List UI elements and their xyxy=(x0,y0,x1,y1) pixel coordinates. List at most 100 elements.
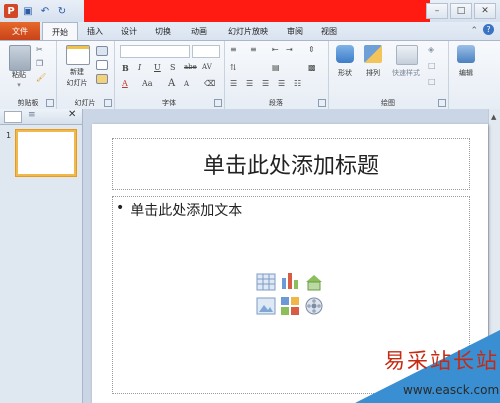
paragraph-launcher-icon[interactable] xyxy=(318,99,326,107)
copy-icon[interactable]: ❐ xyxy=(36,59,43,68)
watermark-url: www.easck.com xyxy=(403,383,500,397)
clear-format-icon[interactable]: ⌫ xyxy=(204,79,215,88)
increase-indent-icon[interactable]: ⇥ xyxy=(286,45,293,54)
tab-design[interactable]: 设计 xyxy=(114,22,144,40)
tab-view[interactable]: 视图 xyxy=(314,22,344,40)
scroll-up-icon[interactable]: ▲ xyxy=(491,113,496,121)
clipboard-launcher-icon[interactable] xyxy=(46,99,54,107)
tab-insert[interactable]: 插入 xyxy=(80,22,110,40)
group-label-font: 字体 xyxy=(162,99,176,107)
text-direction-icon[interactable]: ⇅ xyxy=(230,63,237,72)
ribbon-minimize-icon[interactable]: ⌃ xyxy=(470,26,478,36)
group-drawing: 形状 排列 快速样式 ◈ □ □ 绘图 xyxy=(328,41,449,109)
save-icon[interactable]: ▣ xyxy=(21,4,35,18)
char-spacing-button[interactable]: AV xyxy=(202,63,212,71)
italic-button[interactable]: I xyxy=(138,63,141,72)
tab-slideshow[interactable]: 幻灯片放映 xyxy=(222,22,274,40)
help-icon[interactable]: ? xyxy=(483,24,494,35)
bullet-icon: • xyxy=(116,200,125,216)
quick-styles-label: 快速样式 xyxy=(392,69,420,77)
tab-file[interactable]: 文件 xyxy=(0,22,40,40)
maximize-icon[interactable]: □ xyxy=(450,3,472,19)
align-center-icon[interactable]: ☰ xyxy=(246,79,253,88)
new-slide-icon[interactable] xyxy=(66,45,90,65)
font-size-dropdown[interactable] xyxy=(192,45,220,58)
shape-effects-icon[interactable]: □ xyxy=(428,77,436,86)
group-clipboard: 粘贴 ▾ ✂ ❐ 🖌 剪贴板 xyxy=(0,41,57,109)
insert-table-icon[interactable] xyxy=(256,272,276,292)
align-text-icon[interactable]: ▤ xyxy=(272,63,280,72)
title-placeholder[interactable]: 单击此处添加标题 xyxy=(112,138,470,190)
content-placeholder-text: 单击此处添加文本 xyxy=(130,203,243,219)
insert-clipart-icon[interactable] xyxy=(280,296,300,316)
ribbon: 粘贴 ▾ ✂ ❐ 🖌 剪贴板 新建 幻灯片 幻灯片 B I U S abe AV… xyxy=(0,40,500,110)
tab-home[interactable]: 开始 xyxy=(42,22,78,42)
new-slide-label: 新建 xyxy=(70,68,84,76)
justify-icon[interactable]: ☰ xyxy=(278,79,285,88)
underline-button[interactable]: U xyxy=(154,63,161,72)
font-color-button[interactable]: A xyxy=(122,79,128,88)
shadow-button[interactable]: S xyxy=(170,63,175,72)
quick-access-toolbar: P ▣ ↶ ↻ xyxy=(4,3,69,19)
insert-smartart-icon[interactable] xyxy=(304,272,324,292)
insert-media-icon[interactable] xyxy=(304,296,324,316)
close-pane-icon[interactable]: ✕ xyxy=(68,109,76,120)
cut-icon[interactable]: ✂ xyxy=(36,45,43,54)
strikethrough-button[interactable]: abe xyxy=(184,63,197,71)
editing-label[interactable]: 编辑 xyxy=(450,68,482,78)
close-icon[interactable]: ✕ xyxy=(474,3,496,19)
insert-chart-icon[interactable] xyxy=(280,270,300,290)
arrange-icon[interactable] xyxy=(364,45,382,63)
line-spacing-icon[interactable]: ⇕ xyxy=(308,45,315,54)
align-right-icon[interactable]: ☰ xyxy=(262,79,269,88)
smartart-icon[interactable]: ▩ xyxy=(308,63,316,72)
redacted-title-area xyxy=(84,0,430,22)
group-slides: 新建 幻灯片 幻灯片 xyxy=(56,41,115,109)
find-icon[interactable] xyxy=(457,45,475,63)
group-label-paragraph: 段落 xyxy=(269,99,283,107)
bullets-icon[interactable]: ≡ xyxy=(230,45,237,54)
outline-tab-icon[interactable]: ≡ xyxy=(28,110,36,120)
drawing-launcher-icon[interactable] xyxy=(438,99,446,107)
reset-icon[interactable] xyxy=(96,60,108,70)
thumbnail-number: 1 xyxy=(6,131,12,140)
paste-icon[interactable] xyxy=(9,45,31,71)
layout-icon[interactable] xyxy=(96,46,108,56)
tab-review[interactable]: 审阅 xyxy=(280,22,310,40)
slides-launcher-icon[interactable] xyxy=(104,99,112,107)
arrange-label: 排列 xyxy=(366,69,380,77)
slide-thumbnail[interactable] xyxy=(16,130,76,176)
quick-styles-icon[interactable] xyxy=(396,45,418,65)
section-icon[interactable] xyxy=(96,74,108,84)
format-painter-icon[interactable]: 🖌 xyxy=(36,73,46,82)
tab-transitions[interactable]: 切换 xyxy=(148,22,178,40)
paste-label: 粘贴 xyxy=(12,71,26,79)
font-name-dropdown[interactable] xyxy=(120,45,190,58)
decrease-indent-icon[interactable]: ⇤ xyxy=(272,45,279,54)
shape-fill-icon[interactable]: ◈ xyxy=(428,45,434,54)
insert-picture-icon[interactable] xyxy=(256,296,276,316)
group-paragraph: ≡ ≡ ⇤ ⇥ ⇕ ⇅ ▤ ▩ ☰ ☰ ☰ ☰ ☷ 段落 xyxy=(224,41,329,109)
grow-font-button[interactable]: A xyxy=(168,78,175,89)
tab-animations[interactable]: 动画 xyxy=(184,22,214,40)
window-controls: – □ ✕ xyxy=(426,3,496,19)
redo-icon[interactable]: ↻ xyxy=(55,4,69,18)
watermark-text: 易采站长站 xyxy=(384,349,499,373)
numbering-icon[interactable]: ≡ xyxy=(250,45,257,54)
content-text[interactable]: • 单击此处添加文本 xyxy=(116,200,242,220)
minimize-icon[interactable]: – xyxy=(426,3,448,19)
align-left-icon[interactable]: ☰ xyxy=(230,79,237,88)
shapes-icon[interactable] xyxy=(336,45,354,63)
paste-dropdown-icon[interactable]: ▾ xyxy=(14,81,24,89)
font-launcher-icon[interactable] xyxy=(214,99,222,107)
change-case-button[interactable]: Aa xyxy=(142,79,153,88)
shape-outline-icon[interactable]: □ xyxy=(428,61,436,70)
slides-tab-icon[interactable] xyxy=(4,111,22,123)
columns-icon[interactable]: ☷ xyxy=(294,79,301,88)
powerpoint-icon[interactable]: P xyxy=(4,4,18,18)
slides-pane-tabs: ≡ ✕ xyxy=(0,109,82,125)
shapes-label: 形状 xyxy=(338,69,352,77)
bold-button[interactable]: B xyxy=(122,63,129,73)
undo-icon[interactable]: ↶ xyxy=(38,4,52,18)
shrink-font-button[interactable]: A xyxy=(184,80,189,88)
